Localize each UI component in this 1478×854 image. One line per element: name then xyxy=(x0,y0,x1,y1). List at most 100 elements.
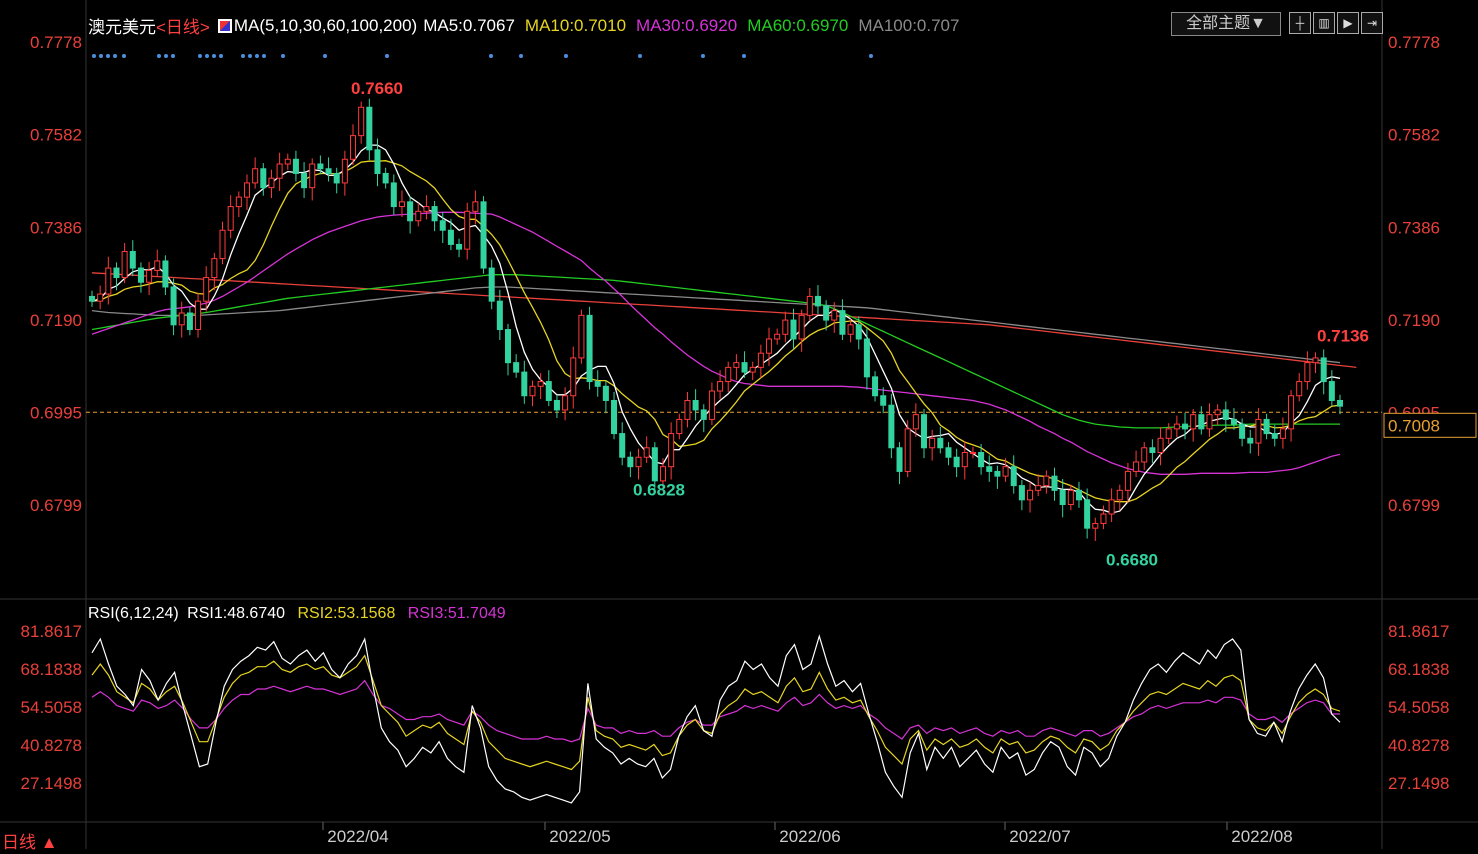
candle-body xyxy=(1271,433,1278,439)
expand-icon[interactable]: ⇥ xyxy=(1361,12,1383,34)
candle-body xyxy=(708,390,715,420)
candle-body xyxy=(88,295,96,302)
candle-body xyxy=(651,447,658,482)
candle-body xyxy=(774,333,781,340)
candle-body xyxy=(309,163,316,189)
candle-body xyxy=(684,399,691,420)
symbol-label[interactable]: 澳元美元 xyxy=(88,13,156,38)
candle-body xyxy=(1206,414,1213,430)
rsi-tick-label-right: 27.1498 xyxy=(1388,774,1449,793)
candle-body xyxy=(268,177,275,189)
x-tick-label: 2022/07 xyxy=(1009,827,1070,846)
candle-body xyxy=(692,399,699,411)
candle-body xyxy=(146,269,153,283)
candle-body xyxy=(284,158,291,165)
candle-body xyxy=(872,376,879,397)
candle-body xyxy=(839,310,846,335)
x-tick-label: 2022/05 xyxy=(549,827,610,846)
candle-body xyxy=(1075,489,1082,501)
candle-body xyxy=(464,210,471,250)
chart-stage: 0.7778 0.7778 0.7582 0.7582 0.7386 0.7386 0.71… xyxy=(0,0,1478,849)
extreme-price-annotation: 0.6828 xyxy=(633,480,685,499)
candle-body xyxy=(1230,418,1237,425)
extreme-price-annotation: 0.7136 xyxy=(1317,327,1369,346)
grid-layout-icon[interactable]: ▥ xyxy=(1313,12,1335,34)
candle-body xyxy=(1108,499,1115,515)
y-tick-label-left: 0.7386 xyxy=(30,218,82,237)
candle-body xyxy=(374,149,381,174)
event-marker-icon xyxy=(262,54,266,58)
candle-body xyxy=(1010,466,1017,487)
event-marker-icon xyxy=(241,54,245,58)
candle-body xyxy=(1312,357,1319,364)
candle-body xyxy=(578,314,585,359)
candle-body xyxy=(562,395,569,411)
candle-body xyxy=(358,106,365,137)
candle-body xyxy=(472,201,479,212)
candle-body xyxy=(757,352,764,368)
candle-body xyxy=(676,418,683,435)
candle-body xyxy=(1198,414,1205,430)
candle-body xyxy=(1336,399,1344,407)
rsi-tick-label-left: 27.1498 xyxy=(21,774,82,793)
event-marker-icon xyxy=(519,54,523,58)
candle-body xyxy=(635,456,642,468)
candle-body xyxy=(439,220,446,231)
candle-body xyxy=(1116,489,1123,501)
y-tick-label-left: 0.6995 xyxy=(30,403,82,422)
y-tick-label-right: 0.7190 xyxy=(1388,311,1440,330)
candle-body xyxy=(717,381,724,392)
period-toggle-button[interactable]: 日线 ▲ xyxy=(2,828,58,853)
candle-body xyxy=(863,338,870,378)
candle-body xyxy=(920,414,928,449)
candle-body xyxy=(113,267,120,279)
candle-body xyxy=(725,366,732,383)
candle-body xyxy=(766,338,773,354)
candle-body xyxy=(749,366,756,373)
candle-body xyxy=(154,260,161,271)
candle-body xyxy=(1059,489,1066,506)
candle-body xyxy=(227,206,234,231)
candle-body xyxy=(553,399,560,411)
candle-body xyxy=(496,300,503,331)
x-tick-label: 2022/08 xyxy=(1231,827,1292,846)
candle-body xyxy=(178,312,185,326)
candle-body xyxy=(162,260,169,288)
x-tick-label: 2022/04 xyxy=(327,827,388,846)
period-label[interactable]: <日线> xyxy=(156,13,210,38)
candle-body xyxy=(350,135,357,160)
candle-body xyxy=(1255,418,1262,444)
play-icon[interactable]: ▶ xyxy=(1337,12,1359,34)
candle-body xyxy=(276,163,283,179)
ma-params-label[interactable]: MA(5,10,30,60,100,200) xyxy=(234,16,417,36)
event-marker-icon xyxy=(205,54,209,58)
candle-body xyxy=(366,106,373,151)
candle-body xyxy=(1296,381,1303,397)
candle-body xyxy=(1214,409,1221,416)
candle-body xyxy=(407,201,414,222)
crosshair-icon[interactable]: ┼ xyxy=(1289,12,1311,34)
price-chart-svg[interactable]: 0.7778 0.7778 0.7582 0.7582 0.7386 0.7386 0.71… xyxy=(0,0,1478,849)
candle-body xyxy=(855,324,862,340)
candle-body xyxy=(847,324,854,335)
candle-body xyxy=(1328,381,1335,401)
rsi1-value: RSI1:48.6740 xyxy=(187,605,286,622)
rsi-tick-label-right: 68.1838 xyxy=(1388,660,1449,679)
candle-body xyxy=(978,452,985,468)
candle-body xyxy=(333,172,340,184)
event-marker-icon xyxy=(248,54,252,58)
theme-dropdown-button[interactable]: 全部主题▼ xyxy=(1171,12,1281,36)
event-marker-icon xyxy=(113,54,117,58)
candle-body xyxy=(1304,362,1311,383)
indicator-settings-icon[interactable] xyxy=(217,18,232,33)
candle-body xyxy=(398,201,405,208)
rsi-tick-label-right: 54.5058 xyxy=(1388,698,1449,717)
candle-body xyxy=(668,433,675,468)
candle-body xyxy=(1279,428,1286,439)
rsi-params-label[interactable]: RSI(6,12,24) xyxy=(88,605,179,622)
candle-body xyxy=(170,286,177,326)
candle-body xyxy=(203,277,210,302)
ma30-value: MA30:0.6920 xyxy=(636,15,738,35)
candle-body xyxy=(529,385,536,397)
candle-body xyxy=(733,362,740,368)
